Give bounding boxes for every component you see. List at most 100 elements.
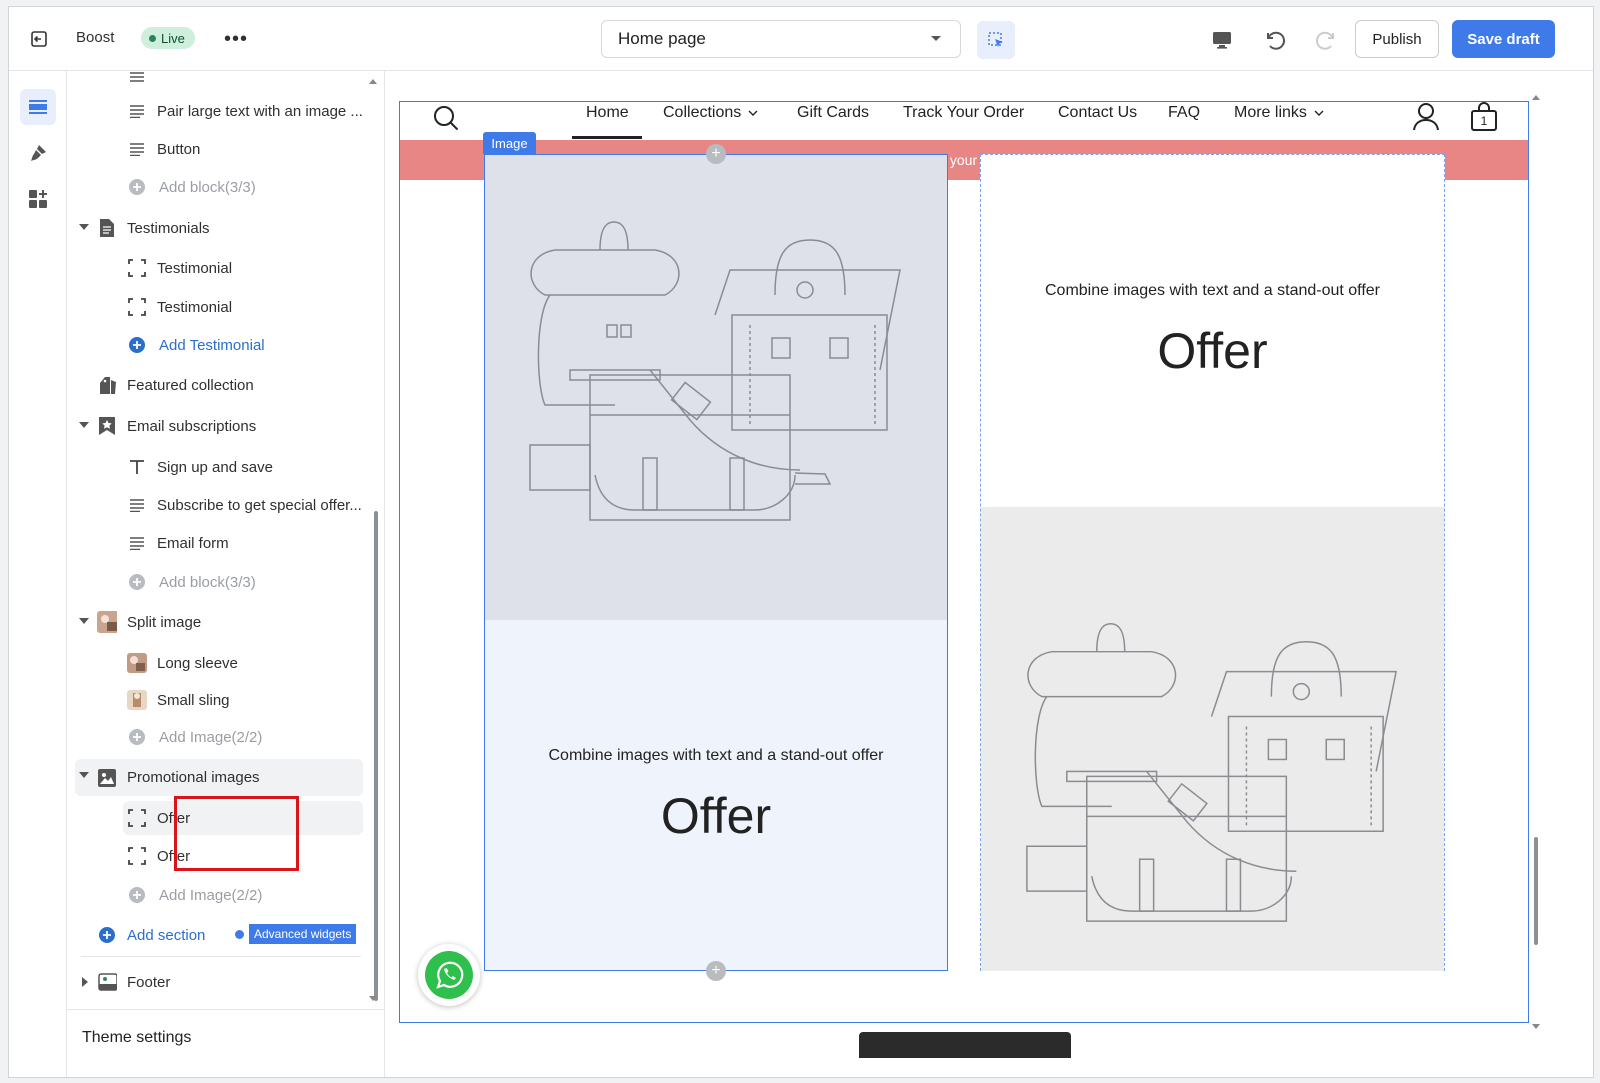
- add-block-button[interactable]: Add block(3/3): [67, 170, 367, 204]
- caret-down-icon[interactable]: [79, 772, 89, 778]
- nav-link-more[interactable]: More links: [1234, 104, 1324, 122]
- sidebar-item-label: Email form: [157, 534, 229, 552]
- promo-card-right[interactable]: Combine images with text and a stand-out…: [980, 154, 1445, 971]
- sidebar-item-sign-up[interactable]: Sign up and save: [67, 450, 367, 484]
- section-testimonials[interactable]: Testimonials: [67, 211, 367, 245]
- annotation-highlight-box: [174, 796, 299, 871]
- footer-icon: [97, 972, 117, 992]
- bracket-frame-icon: [127, 297, 147, 317]
- sidebar-item-label: Long sleeve: [157, 654, 238, 672]
- sidebar-item-pair-text[interactable]: Pair large text with an image ...: [67, 94, 367, 128]
- rail-sections-button[interactable]: [20, 89, 56, 125]
- section-email-subscriptions[interactable]: Email subscriptions: [67, 409, 367, 443]
- more-actions-button[interactable]: •••: [221, 25, 251, 53]
- sidebar-item-label: Testimonial: [157, 259, 233, 277]
- sidebar-item-subscribe-text[interactable]: Subscribe to get special offer...: [67, 488, 367, 522]
- nav-link-faq[interactable]: FAQ: [1168, 104, 1200, 122]
- sidebar-item-small-sling[interactable]: Small sling: [67, 683, 367, 717]
- add-image-button[interactable]: Add Image(2/2): [67, 878, 367, 912]
- brush-icon: [31, 145, 46, 161]
- bracket-frame-icon: [127, 808, 147, 828]
- section-label: Split image: [127, 613, 202, 631]
- theme-settings-link[interactable]: Theme settings: [82, 1029, 191, 1047]
- add-block-label: Add block(3/3): [159, 178, 256, 196]
- tags-icon: [97, 375, 117, 395]
- sidebar-item-label: Testimonial: [157, 298, 233, 316]
- add-image-button[interactable]: Add Image(2/2): [67, 720, 367, 754]
- sidebar-item-email-form[interactable]: Email form: [67, 526, 367, 560]
- inspector-select-button[interactable]: [977, 21, 1015, 59]
- preview-scrollbar[interactable]: [1534, 837, 1538, 945]
- theme-editor-window: Boost Live ••• Home page Publish Save dr…: [8, 6, 1594, 1078]
- image-thumb-icon: [97, 611, 117, 633]
- sidebar-item-testimonial[interactable]: Testimonial: [67, 251, 367, 285]
- add-icon: [127, 177, 147, 197]
- page-selector[interactable]: Home page: [601, 20, 961, 58]
- redo-icon: [1316, 31, 1334, 50]
- sidebar-item-button[interactable]: Button: [67, 132, 367, 166]
- publish-button[interactable]: Publish: [1355, 20, 1439, 58]
- section-label: Email subscriptions: [127, 417, 257, 435]
- sidebar-item-long-sleeve[interactable]: Long sleeve: [67, 646, 367, 680]
- apps-icon: [29, 190, 47, 208]
- nav-link-gift-cards[interactable]: Gift Cards: [797, 104, 869, 122]
- add-block-top-icon[interactable]: +: [706, 144, 726, 164]
- section-label: Testimonials: [127, 219, 210, 237]
- caret-down-icon[interactable]: [79, 224, 89, 230]
- section-featured-collection[interactable]: Featured collection: [67, 368, 367, 402]
- image-block-tag[interactable]: Image: [483, 132, 536, 154]
- sections-panel: Pair large text with an image ... Button…: [67, 71, 385, 1077]
- section-promotional-images[interactable]: Promotional images: [75, 759, 363, 796]
- block-floating-toolbar[interactable]: [859, 1032, 1071, 1058]
- promo-card-left[interactable]: Combine images with text and a stand-out…: [484, 154, 948, 971]
- desktop-preview-button[interactable]: [1209, 27, 1235, 53]
- preview-scroll-up-icon[interactable]: [1531, 93, 1541, 101]
- bags-illustration-icon: [529, 221, 901, 521]
- nav-link-home[interactable]: Home: [586, 104, 629, 122]
- add-block-button[interactable]: Add block(3/3): [67, 565, 367, 599]
- caret-down-icon[interactable]: [79, 618, 89, 624]
- sections-icon: [29, 100, 47, 114]
- nav-link-collections[interactable]: Collections: [663, 104, 758, 122]
- caret-right-icon[interactable]: [82, 977, 88, 987]
- chevron-down-icon: [748, 110, 758, 116]
- status-badge: Live: [141, 27, 195, 49]
- live-dot-icon: [149, 34, 156, 42]
- whatsapp-chat-button[interactable]: [418, 944, 480, 1006]
- sidebar-item-partial[interactable]: [67, 71, 367, 95]
- add-testimonial-label: Add Testimonial: [159, 336, 265, 354]
- nav-link-contact[interactable]: Contact Us: [1058, 104, 1137, 122]
- preview-scroll-down-icon[interactable]: [1531, 1023, 1541, 1031]
- redo-button[interactable]: [1314, 27, 1340, 53]
- text-lines-icon: [127, 495, 147, 515]
- search-icon[interactable]: [432, 104, 460, 137]
- add-icon: [127, 885, 147, 905]
- add-block-bottom-icon[interactable]: +: [706, 961, 726, 981]
- rail-apps-button[interactable]: [20, 181, 56, 217]
- account-icon[interactable]: [1412, 102, 1440, 137]
- sidebar-item-testimonial[interactable]: Testimonial: [67, 290, 367, 324]
- scroll-down-icon[interactable]: [368, 995, 378, 1003]
- advanced-widgets-button[interactable]: Advanced widgets: [249, 924, 357, 944]
- exit-button[interactable]: [25, 25, 53, 53]
- section-label: Footer: [127, 973, 171, 991]
- nav-link-track-order[interactable]: Track Your Order: [903, 104, 1024, 122]
- caret-down-icon[interactable]: [79, 422, 89, 428]
- divider: [81, 956, 361, 957]
- panel-scrollbar[interactable]: [374, 511, 378, 1001]
- desktop-icon: [1213, 32, 1231, 49]
- promo-image-left: [485, 155, 947, 620]
- left-rail: [9, 71, 67, 1077]
- section-footer[interactable]: Footer: [67, 965, 367, 999]
- exit-icon: [31, 31, 47, 47]
- section-split-image[interactable]: Split image: [67, 605, 367, 639]
- caret-down-icon: [931, 36, 941, 41]
- store-preview[interactable]: Home Collections Gift Cards Track Your O…: [399, 101, 1529, 1023]
- save-draft-button[interactable]: Save draft: [1452, 20, 1555, 58]
- cart-icon[interactable]: 1: [1470, 102, 1498, 132]
- scroll-up-icon[interactable]: [368, 77, 378, 85]
- add-image-label: Add Image(2/2): [159, 728, 263, 746]
- undo-button[interactable]: [1261, 27, 1287, 53]
- add-testimonial-button[interactable]: Add Testimonial: [67, 328, 367, 362]
- rail-theme-styles-button[interactable]: [20, 135, 56, 171]
